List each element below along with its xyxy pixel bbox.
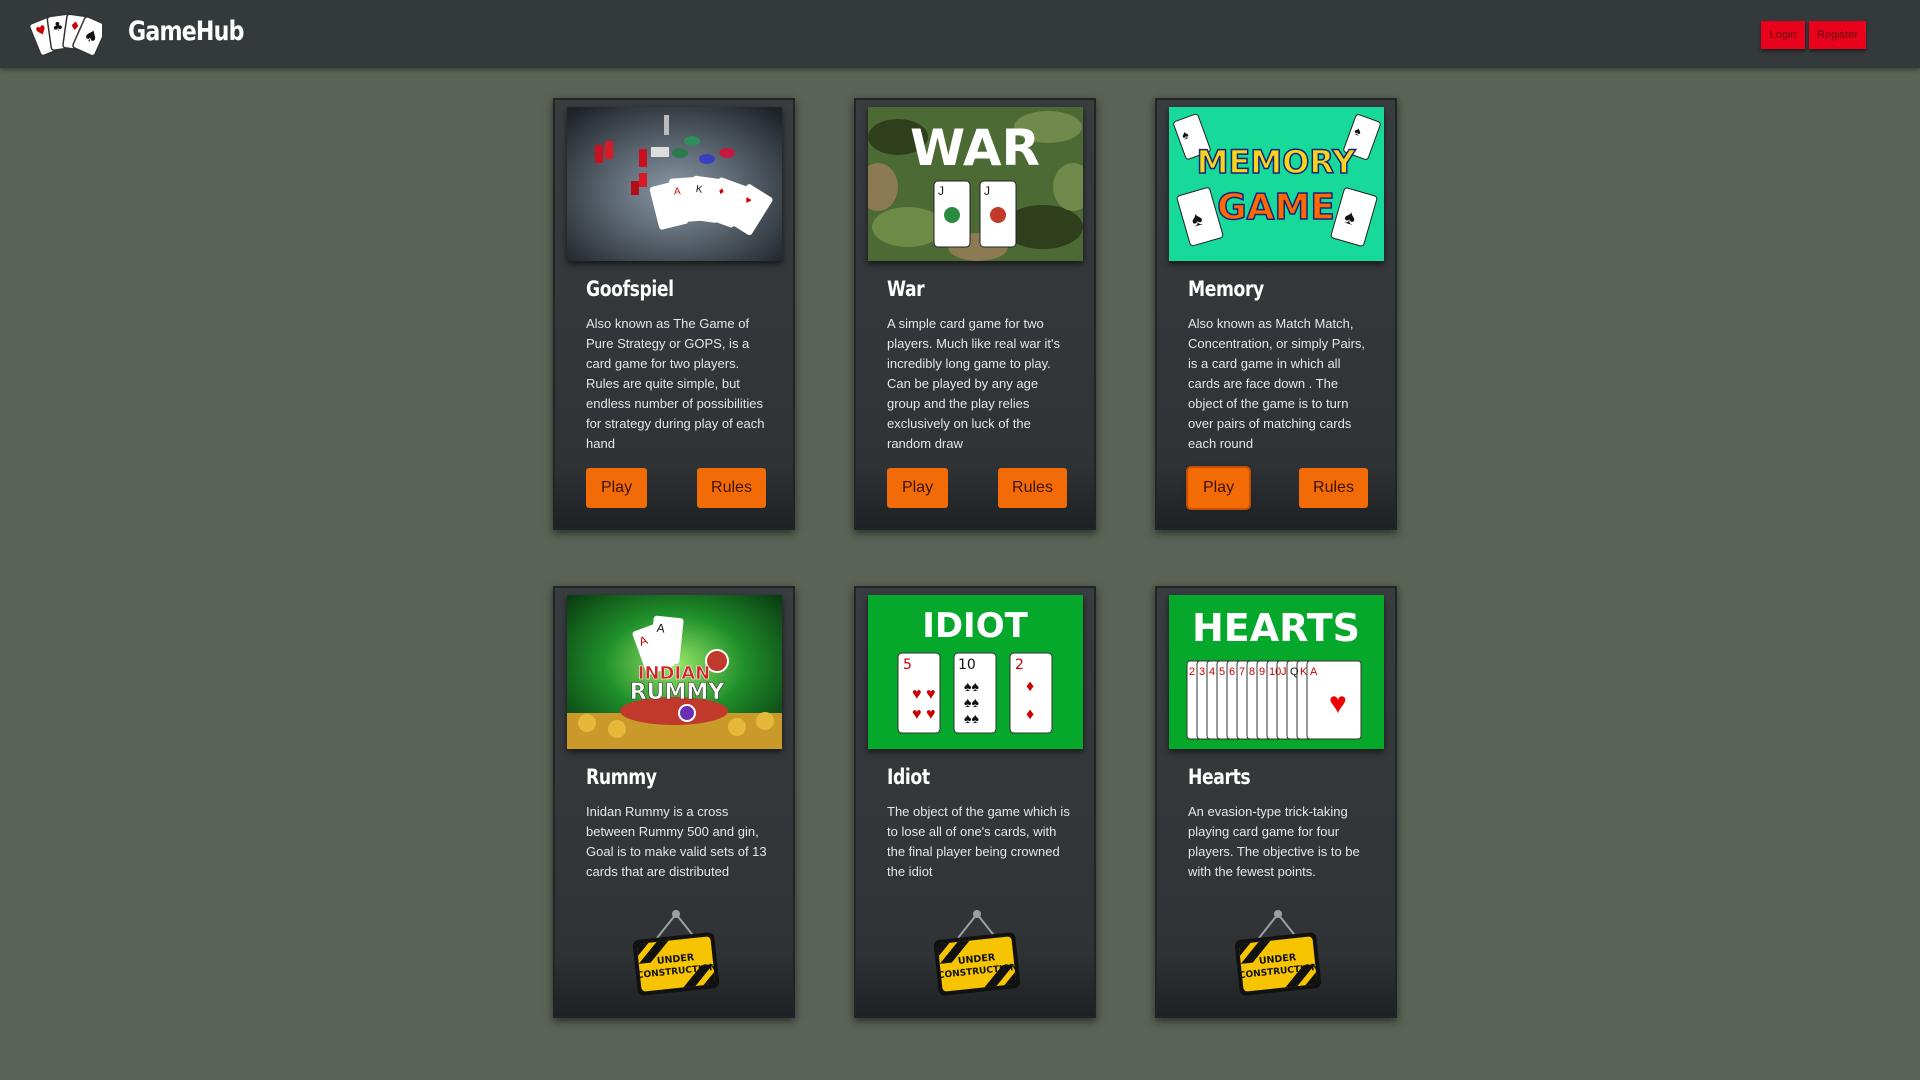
brand-name[interactable]: GameHub [128,16,244,47]
war-thumbnail: WAR J J [868,107,1083,261]
rules-button[interactable]: Rules [697,468,766,508]
svg-text:2: 2 [1189,666,1195,678]
card-title: Goofspiel [586,277,674,301]
game-card-goofspiel: A K ♦ ♥ Goofspiel Also known as The Game… [553,98,795,530]
game-card-war: WAR J J War A simple card game for two pl… [854,98,1096,530]
login-button[interactable]: Login [1761,21,1805,49]
hearts-thumbnail: HEARTS 23 45 67 89 10 J QK A ♥ [1169,595,1384,749]
svg-text:♦: ♦ [1026,706,1034,723]
idiot-thumbnail: IDIOT 5 ♥ ♥ ♥ ♥ 10 ♠♠ ♠♠ ♠♠ 2 ♦ ♦ [868,595,1083,749]
memory-thumbnail: ♠ ♠ ♠ ♠ MEMORY GAME [1169,107,1384,261]
card-title: War [887,277,925,301]
svg-text:5: 5 [1219,666,1225,678]
under-construction-sign-icon: UNDER CONSTRUCTION [631,908,721,998]
svg-text:J: J [938,184,944,198]
rules-button[interactable]: Rules [1299,468,1368,508]
svg-text:Q: Q [1290,666,1299,678]
rules-button[interactable]: Rules [998,468,1067,508]
svg-text:♠♠: ♠♠ [964,678,979,694]
svg-text:A: A [656,621,665,636]
card-description: A simple card game for two players. Much… [887,316,1060,451]
svg-text:5: 5 [903,657,912,673]
card-description: The object of the game which is to lose … [887,804,1070,879]
hearts-thumb-text: HEARTS [1192,606,1360,650]
register-button[interactable]: Register [1809,21,1866,49]
svg-text:♠♠: ♠♠ [964,694,979,710]
war-thumb-text: WAR [910,119,1040,177]
svg-text:2: 2 [1015,657,1024,673]
svg-text:3: 3 [1199,666,1205,678]
svg-text:A: A [674,186,682,197]
game-card-hearts: HEARTS 23 45 67 89 10 J QK A ♥ Hearts An … [1155,586,1397,1018]
play-button[interactable]: Play [887,468,948,508]
top-navbar: ♥ ♣ ♦ ♠ GameHub Login Register [0,0,1920,68]
memory-thumb-text-1: MEMORY [1197,143,1357,181]
svg-text:9: 9 [1259,666,1265,678]
game-card-rummy: A A INDIAN RUMMY Rummy Inidan Rummy is a… [553,586,795,1018]
svg-text:10: 10 [1269,666,1281,678]
card-description: Also known as The Game of Pure Strategy … [586,316,765,451]
under-construction-sign-icon: UNDER CONSTRUCTION [1233,908,1323,998]
game-card-memory: ♠ ♠ ♠ ♠ MEMORY GAME Memory Also known as… [1155,98,1397,530]
playing-cards-logo-icon[interactable]: ♥ ♣ ♦ ♠ [28,10,108,57]
memory-thumb-text-2: GAME [1217,187,1335,228]
svg-text:A: A [1310,666,1318,678]
play-button[interactable]: Play [586,468,647,508]
card-description: Inidan Rummy is a cross between Rummy 50… [586,804,767,879]
rummy-thumb-text-2: RUMMY [630,680,726,705]
card-title: Memory [1188,277,1264,301]
game-card-idiot: IDIOT 5 ♥ ♥ ♥ ♥ 10 ♠♠ ♠♠ ♠♠ 2 ♦ ♦ Idiot The … [854,586,1096,1018]
svg-text:♣: ♣ [51,19,64,34]
card-description: Also known as Match Match, Concentration… [1188,316,1366,451]
svg-text:7: 7 [1239,666,1245,678]
card-title: Rummy [586,765,657,789]
svg-text:8: 8 [1249,666,1255,678]
svg-text:4: 4 [1209,666,1215,678]
svg-text:K: K [1300,666,1308,678]
svg-text:J: J [984,184,990,198]
svg-text:10: 10 [958,657,976,673]
svg-text:6: 6 [1229,666,1235,678]
goofspiel-thumbnail: A K ♦ ♥ [567,107,782,261]
svg-text:♥: ♥ [1329,687,1347,720]
svg-text:♥ ♥: ♥ ♥ [912,706,935,723]
card-description: An evasion-type trick-taking playing car… [1188,804,1360,879]
card-title: Hearts [1188,765,1251,789]
svg-text:♠♠: ♠♠ [964,710,979,726]
svg-text:♥ ♥: ♥ ♥ [912,686,935,703]
svg-text:J: J [1281,666,1287,678]
rummy-thumbnail: A A INDIAN RUMMY [567,595,782,749]
play-button[interactable]: Play [1188,468,1249,508]
card-title: Idiot [887,765,930,789]
svg-text:♦: ♦ [1026,678,1034,695]
idiot-thumb-text: IDIOT [922,606,1028,646]
under-construction-sign-icon: UNDER CONSTRUCTION [932,908,1022,998]
